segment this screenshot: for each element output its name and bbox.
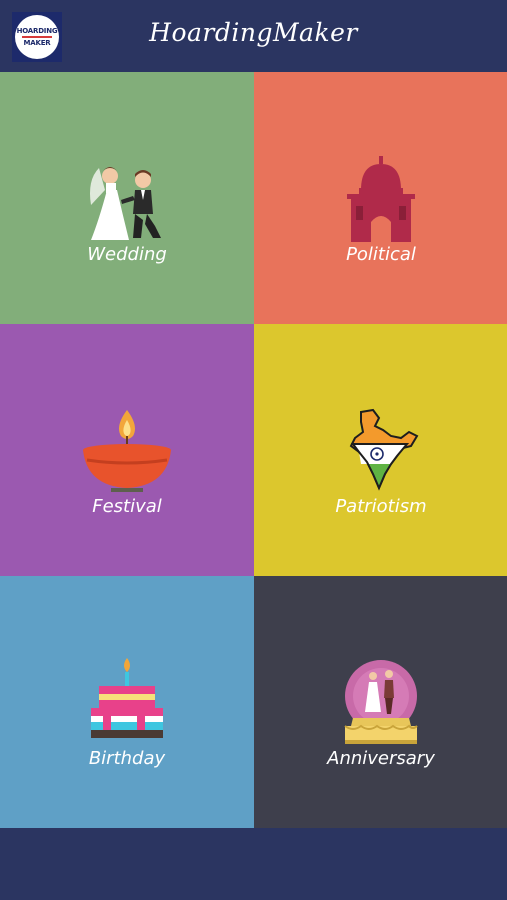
category-label: Anniversary — [327, 748, 435, 769]
category-label: Birthday — [88, 748, 166, 769]
app-title: HoardingMaker — [149, 18, 358, 47]
parliament-icon — [347, 156, 415, 242]
anniversary-globe-icon — [344, 660, 418, 744]
category-label: Political — [346, 244, 416, 265]
category-label: Wedding — [87, 244, 167, 265]
category-tile-patriotism[interactable]: Patriotism — [254, 324, 507, 576]
category-tile-political[interactable]: Political — [254, 72, 507, 324]
birthday-cake-icon — [91, 658, 163, 738]
category-tile-wedding[interactable]: Wedding — [0, 72, 254, 324]
category-tile-festival[interactable]: Festival — [0, 324, 254, 576]
india-map-icon — [349, 408, 419, 491]
category-label: Patriotism — [335, 496, 427, 517]
category-grid: Wedding Political Festival Patriotism Bi… — [0, 72, 507, 828]
diya-lamp-icon — [83, 410, 171, 492]
category-label: Festival — [92, 496, 162, 517]
wedding-couple-icon — [90, 167, 161, 240]
bottom-bar — [0, 828, 507, 900]
category-tile-anniversary[interactable]: Anniversary — [254, 576, 507, 828]
category-tile-birthday[interactable]: Birthday — [0, 576, 254, 828]
app-header: HOARDING MAKER HoardingMaker — [0, 0, 507, 72]
